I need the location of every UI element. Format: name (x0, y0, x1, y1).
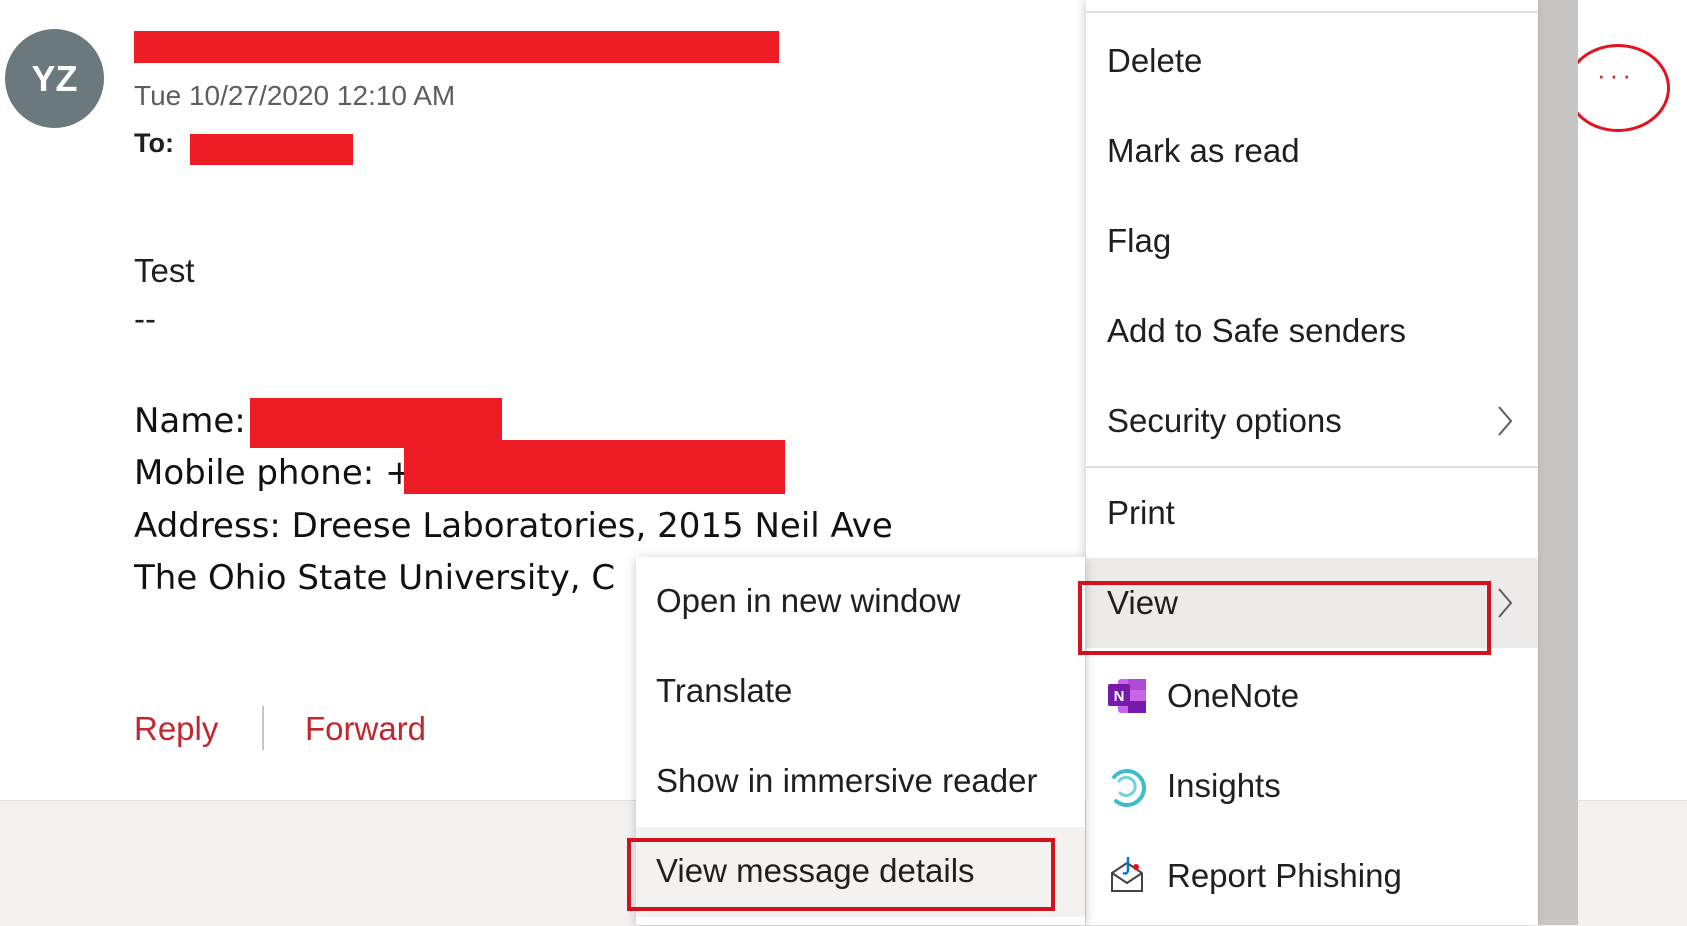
insights-icon (1112, 769, 1146, 807)
body-text-line: Test (134, 252, 195, 289)
to-label: To: (134, 128, 174, 158)
submenu-item-label: Show in immersive reader (656, 762, 1038, 799)
menu-item-insights[interactable]: Insights (1086, 741, 1538, 831)
reply-forward-divider (262, 706, 264, 750)
annotation-box-view (1078, 581, 1491, 655)
submenu-item-open-in-new-window[interactable]: Open in new window (636, 557, 1085, 647)
avatar-initials: YZ (31, 57, 78, 99)
menu-item-label: Delete (1107, 42, 1203, 79)
menu-item-report-phishing[interactable]: Report Phishing (1086, 831, 1538, 921)
menu-item-label: Security options (1107, 402, 1342, 439)
submenu-item-translate[interactable]: Translate (636, 647, 1085, 737)
sender-name-redaction (134, 31, 779, 63)
report-phishing-icon (1111, 857, 1143, 892)
recipient-redaction (190, 134, 353, 165)
signature-phone-label: Mobile phone: + (134, 453, 414, 493)
reply-button[interactable]: Reply (134, 710, 218, 748)
forward-button[interactable]: Forward (305, 710, 426, 748)
menu-item-print[interactable]: Print (1086, 468, 1538, 558)
menu-item-security-options[interactable]: Security options (1086, 376, 1538, 466)
menu-item-label: Add to Safe senders (1107, 312, 1407, 349)
menu-divider (1086, 11, 1538, 13)
menu-item-label: OneNote (1167, 677, 1300, 714)
chevron-right-icon (1498, 588, 1513, 618)
annotation-box-view-message-details (627, 838, 1055, 911)
body-separator: -- (134, 300, 156, 337)
menu-item-label: Insights (1167, 767, 1281, 804)
menu-item-add-to-safe-senders[interactable]: Add to Safe senders (1086, 286, 1538, 376)
scrollbar[interactable] (1538, 0, 1578, 925)
signature-address: Address: Dreese Laboratories, 2015 Neil … (134, 506, 893, 546)
menu-item-flag[interactable]: Flag (1086, 196, 1538, 286)
annotation-circle (1566, 44, 1670, 132)
menu-item-onenote[interactable]: N OneNote (1086, 651, 1538, 741)
menu-item-label: Mark as read (1107, 132, 1300, 169)
menu-item-label: Print (1107, 494, 1175, 531)
submenu-item-label: Open in new window (656, 582, 961, 619)
onenote-icon: N (1108, 679, 1146, 713)
signature-name-label: Name: (134, 401, 246, 441)
more-actions-menu: Delete Mark as read Flag Add to Safe sen… (1086, 0, 1538, 925)
menu-item-mark-as-read[interactable]: Mark as read (1086, 106, 1538, 196)
signature-university: The Ohio State University, C (134, 558, 616, 598)
chevron-right-icon (1498, 406, 1513, 436)
submenu-item-immersive-reader[interactable]: Show in immersive reader (636, 737, 1085, 827)
submenu-item-label: Translate (656, 672, 793, 709)
signature-phone-redaction (404, 440, 785, 494)
sender-avatar[interactable]: YZ (5, 29, 104, 128)
menu-item-delete[interactable]: Delete (1086, 16, 1538, 106)
message-date: Tue 10/27/2020 12:10 AM (134, 80, 456, 111)
menu-item-label: Report Phishing (1167, 857, 1402, 894)
svg-text:N: N (1114, 688, 1125, 705)
menu-item-label: Flag (1107, 222, 1172, 259)
